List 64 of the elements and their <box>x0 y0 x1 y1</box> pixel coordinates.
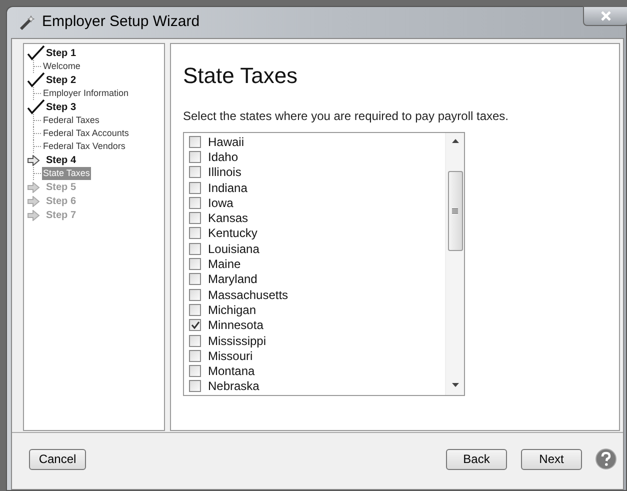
state-label: Mississippi <box>208 332 266 350</box>
state-label: Maine <box>208 256 241 274</box>
state-label: Iowa <box>208 194 234 212</box>
state-label: Maryland <box>208 271 258 288</box>
state-label: Nebraska <box>208 378 260 395</box>
checkbox[interactable] <box>189 380 201 392</box>
checkbox[interactable] <box>189 242 201 255</box>
checkbox[interactable] <box>189 150 201 163</box>
checkbox[interactable] <box>189 258 201 270</box>
arrow-icon <box>27 210 40 220</box>
back-button[interactable]: Back <box>446 448 507 470</box>
arrow-icon <box>27 196 40 206</box>
instruction-text: Select the states where you are required to pay payroll taxes. <box>183 108 510 125</box>
next-button[interactable]: Next <box>521 448 582 470</box>
scroll-thumb[interactable] <box>448 171 462 251</box>
substep-item[interactable]: Federal Taxes <box>42 114 100 128</box>
scrollbar[interactable] <box>445 133 464 395</box>
checkbox[interactable] <box>189 350 201 362</box>
checkbox[interactable] <box>189 273 201 286</box>
checkbox[interactable] <box>189 288 201 301</box>
cancel-button[interactable]: Cancel <box>29 448 86 470</box>
scroll-down-icon[interactable] <box>452 383 458 387</box>
checkbox[interactable] <box>189 365 201 378</box>
step-label[interactable]: Step 2 <box>46 72 76 88</box>
close-icon <box>600 11 612 21</box>
page-title: State Taxes <box>183 62 299 90</box>
state-label: Michigan <box>208 302 256 319</box>
state-label: Illinois <box>208 164 242 182</box>
state-label: Hawaii <box>208 134 244 151</box>
state-label: Massachusetts <box>208 286 288 304</box>
arrow-icon <box>27 182 40 192</box>
window-title: Employer Setup Wizard <box>42 12 200 32</box>
arrow-icon <box>27 154 40 166</box>
state-label: Montana <box>208 363 255 380</box>
state-label: Kansas <box>208 210 248 228</box>
substep-item[interactable]: Federal Tax Accounts <box>42 126 130 140</box>
scroll-up-icon[interactable] <box>452 139 458 143</box>
substep-item[interactable]: Federal Tax Vendors <box>42 140 126 154</box>
checkbox[interactable] <box>189 136 201 148</box>
checkbox[interactable] <box>189 212 201 224</box>
help-icon[interactable] <box>595 448 617 470</box>
checkbox[interactable] <box>189 196 201 209</box>
state-label: Louisiana <box>208 240 260 258</box>
state-label: Missouri <box>208 348 253 365</box>
checkmark-icon <box>27 72 45 88</box>
state-label: Minnesota <box>208 317 264 334</box>
state-label: Kentucky <box>208 225 258 242</box>
checkbox[interactable] <box>189 166 201 178</box>
close-button[interactable] <box>583 6 627 26</box>
wand-icon <box>19 14 35 30</box>
substep-item[interactable]: Employer Information <box>42 86 130 100</box>
checkmark-icon <box>27 99 45 115</box>
step-label[interactable]: Step 1 <box>46 46 76 60</box>
checkbox[interactable] <box>189 304 201 316</box>
checkbox[interactable] <box>189 227 201 240</box>
checkbox[interactable] <box>189 319 201 332</box>
substep-item[interactable]: Welcome <box>42 60 82 74</box>
checkmark-icon <box>27 45 45 61</box>
checkbox[interactable] <box>189 182 201 194</box>
state-label: Indiana <box>208 180 248 197</box>
checkbox[interactable] <box>189 334 201 346</box>
step-label[interactable]: Step 3 <box>46 100 76 114</box>
step-label[interactable]: Step 4 <box>46 152 76 168</box>
state-label: Idaho <box>208 148 238 166</box>
